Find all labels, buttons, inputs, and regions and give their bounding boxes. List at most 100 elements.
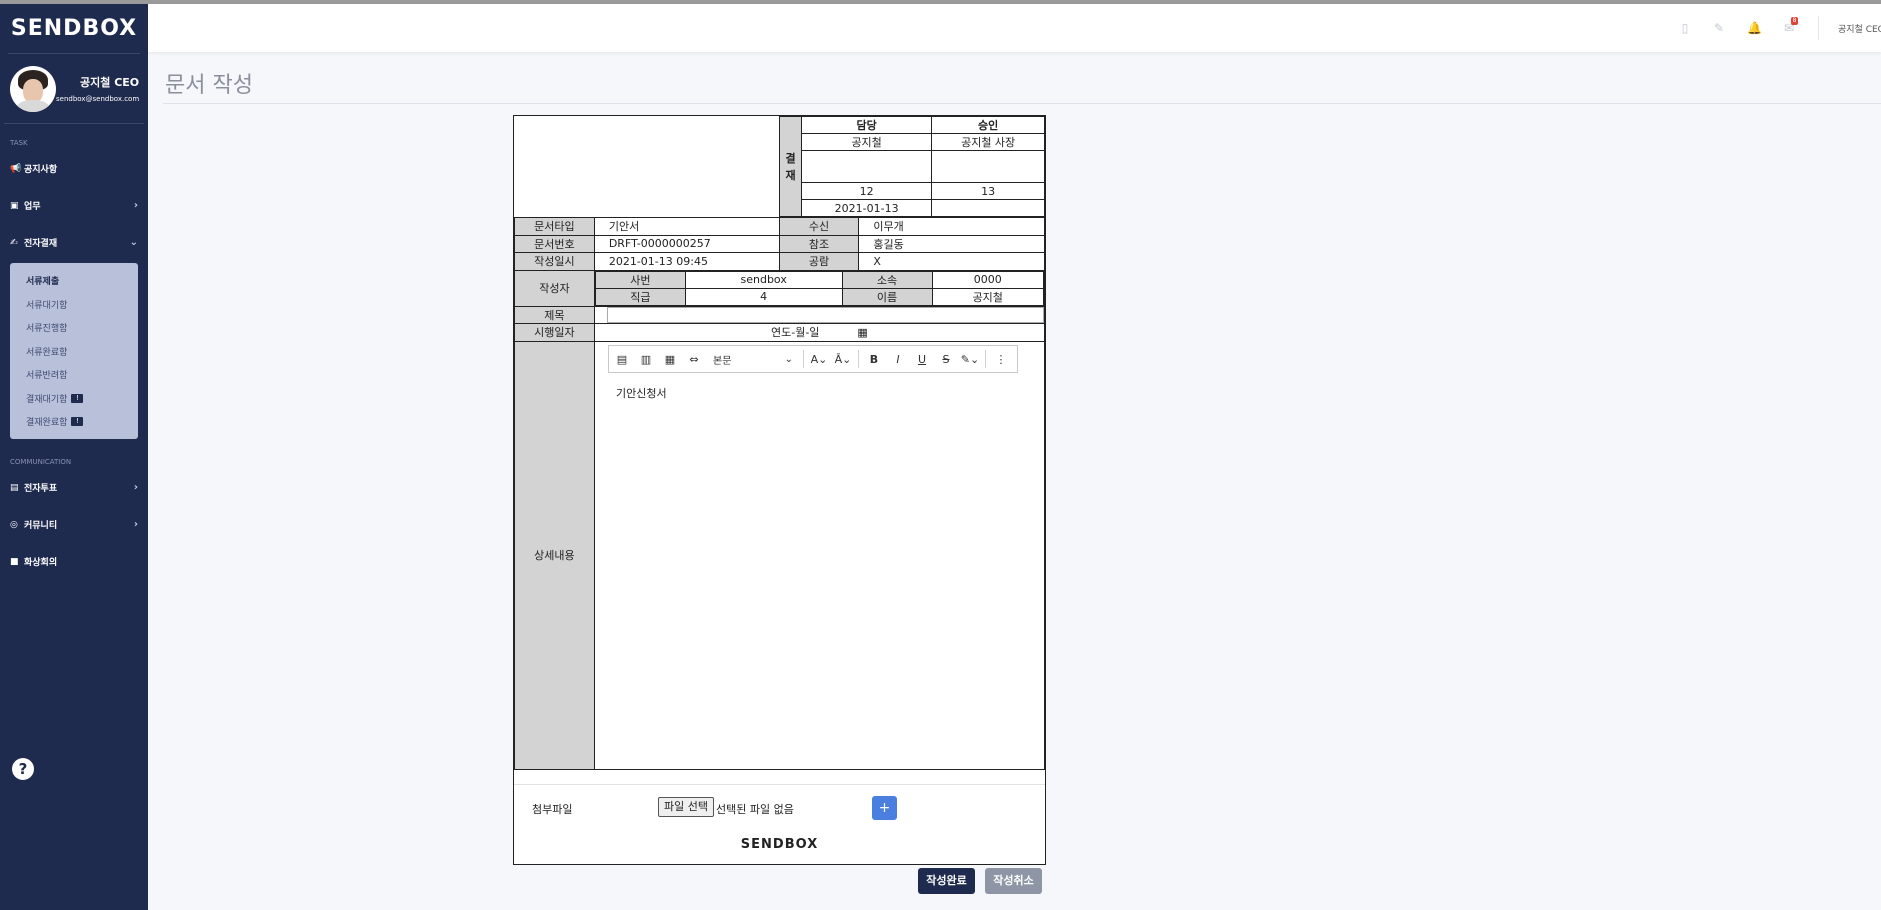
approval-sign-1 (800, 150, 933, 183)
topbar-user[interactable]: 공지철 CEO (1838, 22, 1881, 35)
written-at-label: 작성일시 (514, 252, 595, 271)
recipient-label: 수신 (778, 217, 860, 236)
dept-value: 0000 (931, 270, 1045, 289)
detail-label: 상세내용 (514, 340, 595, 770)
approval-no-2: 13 (931, 182, 1045, 200)
submit-button[interactable]: 작성완료 (918, 868, 975, 894)
strikethrough-icon[interactable]: S (937, 350, 955, 368)
rank-value: 4 (684, 287, 843, 306)
sidebar-item-label: 전자결재 (24, 239, 58, 249)
page-break-icon[interactable]: ⇔ (685, 350, 703, 368)
approval-submenu: 서류제출 서류대기함 서류진행함 서류완료함 서류반려함 결재대기함! 결재완료… (10, 263, 138, 439)
avatar (10, 65, 56, 112)
exec-date-cell: 연도-월-일 ▦ (593, 323, 1046, 342)
submenu-item-approval-waiting[interactable]: 결재대기함! (10, 387, 138, 411)
top-bar: ▯ ✎ 🔔 ✉ 8 공지철 CEO (148, 4, 1881, 52)
approval-date-1: 2021-01-13 (800, 199, 933, 217)
subject-label: 제목 (514, 305, 595, 324)
share-value: X (858, 252, 1045, 271)
submenu-item-approval-completed[interactable]: 결재완료함! (10, 410, 138, 434)
paste-from-office-icon[interactable]: ▦ (661, 350, 679, 368)
calendar-icon[interactable]: ▦ (857, 326, 867, 339)
sidebar-item-label: 공지사항 (24, 165, 58, 175)
underline-icon[interactable]: U (913, 350, 931, 368)
document-form: 결재 담당 승인 공지철 공지철 사장 12 13 2021-01-13 문서타… (513, 115, 1046, 865)
editor-content[interactable]: 기안신청서 (608, 373, 1018, 413)
chevron-down-icon: ⌄ (129, 237, 138, 248)
author-label: 작성자 (514, 269, 595, 307)
exec-date-placeholder: 연도-월-일 (771, 326, 820, 340)
emp-no-label: 사번 (594, 270, 686, 289)
italic-icon[interactable]: I (889, 350, 907, 368)
choose-file-button[interactable]: 파일 선택 (658, 797, 714, 817)
divider (514, 784, 1045, 785)
sidebar-item-label: 화상회의 (24, 558, 58, 568)
approval-col-header-1: 담당 (800, 116, 933, 134)
document-logo: SENDBOX (740, 837, 819, 852)
name-value: 공지철 (931, 287, 1045, 306)
sidebar-item-video[interactable]: ■ 화상회의 (0, 543, 148, 580)
reference-label: 참조 (778, 234, 860, 253)
mail-icon[interactable]: ✉ 8 (1782, 17, 1798, 35)
document-icon[interactable]: ▯ (1678, 21, 1692, 35)
user-profile: 공지철 CEO sendbox@sendbox.com (4, 54, 144, 124)
heading-select[interactable]: 본문 ⌄ (709, 349, 797, 369)
add-attachment-button[interactable]: + (872, 796, 897, 820)
profile-email: sendbox@sendbox.com (56, 95, 140, 103)
sidebar-item-notice[interactable]: 📢 공지사항 (0, 150, 148, 187)
approval-side-label: 결재 (779, 116, 802, 217)
divider (163, 103, 1881, 104)
font-size-icon[interactable]: A⌄ (810, 350, 828, 368)
submenu-item-waiting[interactable]: 서류대기함 (10, 293, 138, 317)
sidebar-item-vote[interactable]: ▤ 전자투표 › (0, 469, 148, 506)
dept-label: 소속 (841, 270, 933, 289)
exec-date-input[interactable]: 연도-월-일 ▦ (771, 324, 868, 340)
submenu-item-progress[interactable]: 서류진행함 (10, 316, 138, 340)
doc-no-label: 문서번호 (514, 234, 595, 253)
alert-icon: ! (71, 417, 84, 427)
section-label-task: TASK (10, 139, 28, 147)
rich-text-editor[interactable]: ▤ ▥ ▦ ⇔ 본문 ⌄ A⌄ Ā⌄ B I U S ✎⌄ ⋮ 기안신청서 (608, 345, 1018, 413)
export-pdf-icon[interactable]: ▤ (613, 350, 631, 368)
doc-type-value: 기안서 (593, 217, 780, 236)
approval-col-header-2: 승인 (931, 116, 1045, 134)
edit-icon[interactable]: ✎ (1712, 21, 1726, 35)
sidebar-item-approval[interactable]: ✍ 전자결재 ⌄ (0, 224, 148, 261)
mail-badge: 8 (1791, 17, 1798, 25)
video-icon: ■ (10, 556, 19, 567)
doc-type-label: 문서타입 (514, 217, 595, 236)
submenu-item-rejected[interactable]: 서류반려함 (10, 363, 138, 387)
chevron-right-icon: › (133, 200, 138, 211)
font-family-icon[interactable]: Ā⌄ (834, 350, 852, 368)
bell-icon[interactable]: 🔔 (1747, 21, 1762, 35)
bold-icon[interactable]: B (865, 350, 883, 368)
chevron-down-icon: ⌄ (784, 353, 793, 365)
alert-icon: ! (71, 393, 84, 403)
page-title: 문서 작성 (165, 73, 253, 98)
export-doc-icon[interactable]: ▥ (637, 350, 655, 368)
chevron-right-icon: › (133, 482, 138, 493)
submenu-item-submit[interactable]: 서류제출 (10, 269, 138, 293)
submenu-item-completed[interactable]: 서류완료함 (10, 340, 138, 364)
approval-table: 결재 담당 승인 공지철 공지철 사장 12 13 2021-01-13 (779, 116, 1045, 217)
sidebar-item-work[interactable]: ▣ 업무 › (0, 187, 148, 224)
cancel-button[interactable]: 작성취소 (985, 868, 1042, 894)
subject-cell (593, 305, 1046, 324)
approval-sign-2 (931, 150, 1045, 183)
help-icon[interactable]: ? (12, 758, 34, 780)
sidebar-item-label: 전자투표 (24, 484, 58, 494)
approval-name-2: 공지철 사장 (931, 133, 1045, 151)
sidebar-item-community[interactable]: ◎ 커뮤니티 › (0, 506, 148, 543)
sidebar-item-label: 커뮤니티 (24, 521, 58, 531)
brand-logo[interactable]: SENDBOX (8, 4, 140, 54)
document-info-table: 문서타입 기안서 수신 이무개 문서번호 DRFT-0000000257 참조 … (514, 217, 1046, 770)
sidebar-item-label: 업무 (24, 202, 41, 212)
no-file-selected-text: 선택된 파일 없음 (716, 803, 794, 816)
more-options-icon[interactable]: ⋮ (992, 350, 1010, 368)
briefcase-icon: ▣ (10, 200, 19, 211)
author-cell: 사번 sendbox 소속 0000 직급 4 이름 공지철 (593, 269, 1046, 307)
recipient-value: 이무개 (858, 217, 1045, 236)
subject-input[interactable] (606, 306, 1044, 323)
author-table: 사번 sendbox 소속 0000 직급 4 이름 공지철 (594, 270, 1045, 306)
highlight-icon[interactable]: ✎⌄ (961, 350, 979, 368)
